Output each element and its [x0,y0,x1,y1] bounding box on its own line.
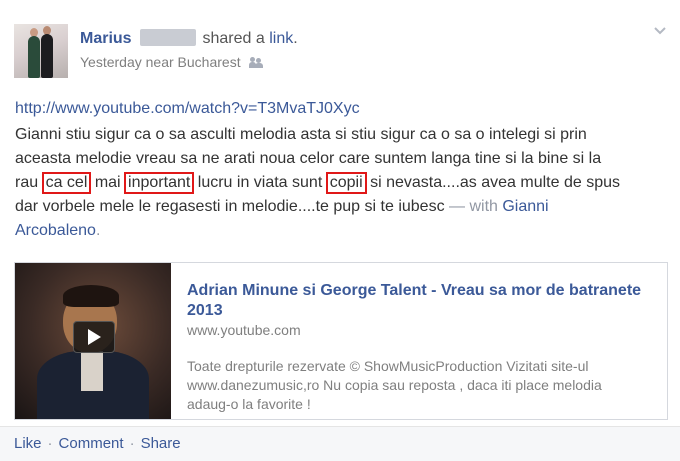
comment-button[interactable]: Comment [59,435,124,452]
message-line: Arcobaleno. [15,219,665,243]
author-name[interactable]: Marius [80,30,132,47]
tagged-friend-link[interactable]: Arcobaleno [15,222,96,239]
post-message: Gianni stiu sigur ca o sa asculti melodi… [15,123,665,243]
like-button[interactable]: Like [14,435,42,452]
separator: · [129,435,135,452]
with-end: . [95,222,101,239]
separator: · [47,435,53,452]
chevron-down-icon[interactable] [652,22,668,38]
story-header: Marius shared a link. [80,29,298,49]
message-line: Gianni stiu sigur ca o sa asculti melodi… [15,126,587,143]
feed-story: Marius shared a link. Yesterday near Buc… [0,0,680,461]
highlight-box: copii [325,172,367,194]
friends-icon[interactable] [249,57,264,68]
action-text: shared a [202,30,265,47]
highlight-box: inportant [124,172,195,194]
message-line: rau ca cel mai inportant lucru in viata … [15,171,665,195]
message-line: dar vorbele mele le regasesti in melodie… [15,198,549,215]
attachment-title[interactable]: Adrian Minune si George Talent - Vreau s… [187,281,647,321]
timestamp-location[interactable]: Yesterday near Bucharest [80,54,241,70]
message-line: aceasta melodie vreau sa ne arati noua c… [15,150,602,167]
action-end: . [293,30,298,47]
share-button[interactable]: Share [141,435,181,452]
attachment-description: Toate drepturile rezervate © ShowMusicPr… [187,358,602,412]
post-url-link[interactable]: http://www.youtube.com/watch?v=T3MvaTJ0X… [15,100,360,118]
with-separator: — with [444,198,503,215]
avatar[interactable] [14,24,68,78]
highlight-box: ca cel [41,172,92,194]
avatar-person-body [41,34,53,78]
tagged-friend-link[interactable]: Gianni [502,198,548,215]
attachment-domain: www.youtube.com [187,322,301,338]
story-actions: Like · Comment · Share [0,426,680,461]
action-link[interactable]: link [269,30,293,47]
redacted-surname [140,29,197,46]
story-meta: Yesterday near Bucharest [80,53,264,71]
link-attachment[interactable]: Adrian Minune si George Talent - Vreau s… [14,262,668,420]
avatar-person-body [28,36,40,78]
video-thumbnail[interactable] [15,263,171,419]
play-icon[interactable] [73,321,115,353]
